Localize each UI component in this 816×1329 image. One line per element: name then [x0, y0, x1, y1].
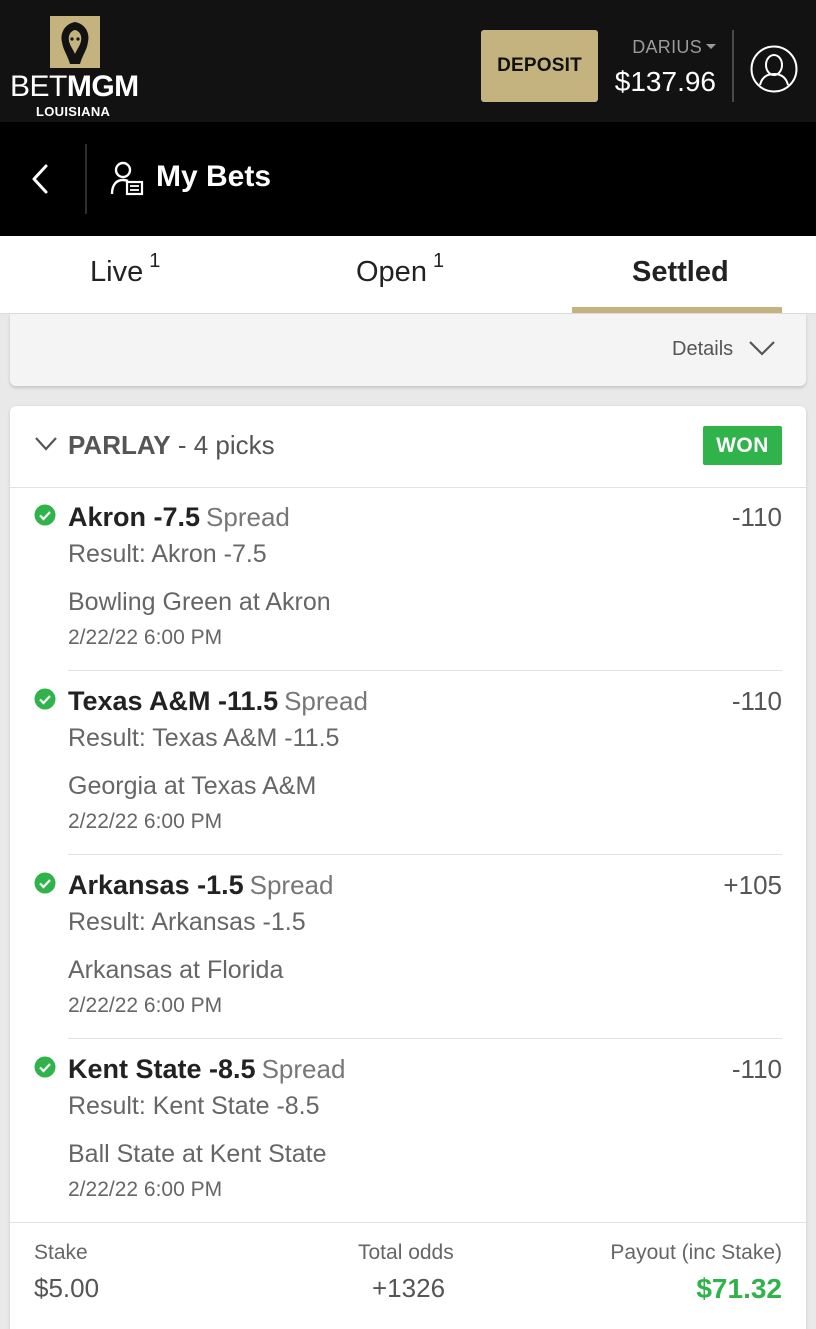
pick-result: Result: Kent State -8.5	[68, 1092, 320, 1120]
pick-date: 2/22/22 6:00 PM	[68, 626, 223, 649]
divider	[68, 1038, 782, 1039]
pick-date: 2/22/22 6:00 PM	[68, 994, 223, 1017]
caret-down-icon	[706, 44, 716, 50]
deposit-button[interactable]: DEPOSIT	[481, 30, 598, 102]
previous-bet-card: Details	[10, 314, 806, 386]
account-balance: $137.96	[614, 66, 716, 97]
username: DARIUS	[632, 37, 702, 57]
top-header: BETMGM LOUISIANA DEPOSIT DARIUS $137.96	[0, 0, 816, 122]
details-toggle[interactable]: Details	[672, 338, 733, 361]
stake-value: $5.00	[34, 1273, 100, 1303]
tab-label: Live	[90, 256, 144, 288]
pick-event: Georgia at Texas A&M	[68, 772, 317, 800]
pick-result: Result: Arkansas -1.5	[68, 908, 306, 936]
pick-odds: -110	[731, 502, 782, 532]
my-bets-icon	[110, 161, 144, 196]
payout-label: Payout (inc Stake)	[610, 1241, 782, 1264]
pick-result: Result: Texas A&M -11.5	[68, 724, 340, 752]
user-avatar-icon[interactable]	[750, 45, 798, 93]
pick-selection: Texas A&M -11.5 Spread	[68, 686, 368, 716]
check-circle-icon	[34, 688, 56, 710]
divider	[68, 854, 782, 855]
divider	[68, 670, 782, 671]
pick-odds: -110	[731, 686, 782, 716]
tab-label: Settled	[632, 256, 729, 288]
header-divider	[732, 30, 734, 102]
pick-date: 2/22/22 6:00 PM	[68, 1178, 223, 1201]
pick-item: Arkansas -1.5 Spread +105 Result: Arkansa…	[10, 856, 806, 1040]
bet-tabs: Live 1 Open 1 Settled	[0, 236, 816, 314]
bet-summary: Stake $5.00 Total odds +1326 Payout (inc…	[10, 1222, 806, 1329]
tab-settled[interactable]: Settled	[632, 256, 729, 289]
payout-value: $71.32	[696, 1273, 782, 1304]
picks-count: - 4 picks	[177, 430, 275, 460]
pick-item: Texas A&M -11.5 Spread -110 Result: Texas…	[10, 672, 806, 856]
page-title: My Bets	[156, 160, 272, 193]
tab-count: 1	[432, 250, 445, 272]
lion-logo-icon	[50, 16, 100, 68]
check-circle-icon	[34, 504, 56, 526]
tab-label: Open	[356, 256, 427, 288]
pick-event: Arkansas at Florida	[68, 956, 284, 984]
pick-selection: Kent State -8.5 Spread	[68, 1054, 346, 1084]
account-menu[interactable]: DARIUS	[612, 37, 716, 58]
bet-header[interactable]: PARLAY - 4 picks WON	[10, 406, 806, 488]
betmgm-logo[interactable]: BETMGM LOUISIANA	[10, 14, 140, 119]
brand-wordmark: BETMGM	[10, 70, 139, 103]
back-arrow-icon[interactable]	[26, 162, 56, 196]
pick-date: 2/22/22 6:00 PM	[68, 810, 223, 833]
tab-count: 1	[149, 250, 161, 272]
pick-item: Akron -7.5 Spread -110 Result: Akron -7.5…	[10, 488, 806, 672]
check-circle-icon	[34, 1056, 56, 1078]
pick-selection: Arkansas -1.5 Spread	[68, 870, 334, 900]
pick-odds: -110	[731, 1054, 782, 1084]
tab-live[interactable]: Live 1	[90, 250, 160, 289]
status-badge: WON	[703, 426, 782, 465]
header-divider	[85, 144, 87, 214]
stake-label: Stake	[34, 1241, 88, 1264]
pick-odds: +105	[723, 870, 782, 900]
total-odds-value: +1326	[372, 1273, 446, 1303]
pick-item: Kent State -8.5 Spread -110 Result: Kent …	[10, 1040, 806, 1224]
chevron-down-icon[interactable]	[34, 435, 58, 453]
pick-event: Bowling Green at Akron	[68, 588, 331, 616]
total-odds-label: Total odds	[358, 1241, 454, 1264]
chevron-down-icon[interactable]	[748, 338, 776, 358]
check-circle-icon	[34, 872, 56, 894]
brand-state: LOUISIANA	[36, 104, 111, 119]
tab-open[interactable]: Open 1	[356, 250, 444, 289]
parlay-bet-card: PARLAY - 4 picks WON Akron -7.5 Spread -1…	[10, 406, 806, 1329]
active-tab-indicator	[572, 307, 782, 313]
pick-event: Ball State at Kent State	[68, 1140, 327, 1168]
bet-type: PARLAY - 4 picks	[68, 430, 275, 461]
pick-selection: Akron -7.5 Spread	[68, 502, 290, 532]
bet-type-label: PARLAY	[68, 430, 171, 460]
page-header: My Bets	[0, 122, 816, 236]
pick-result: Result: Akron -7.5	[68, 540, 267, 568]
